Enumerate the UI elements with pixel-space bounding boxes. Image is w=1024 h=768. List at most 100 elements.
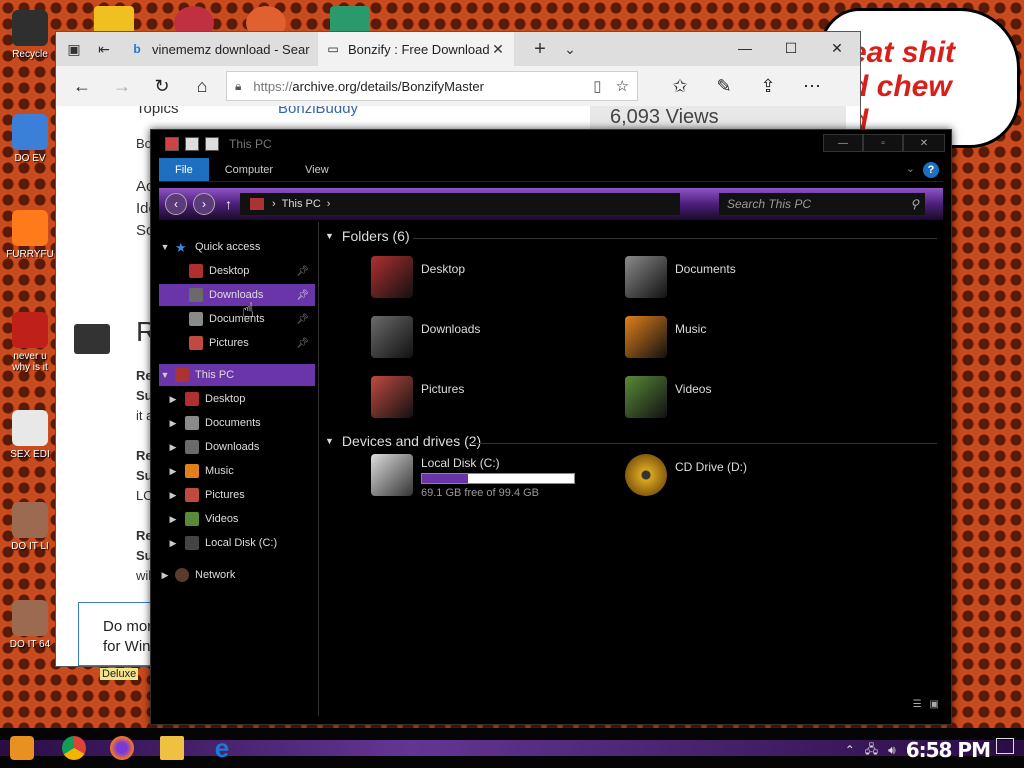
nav-network[interactable]: ▶ Network (159, 564, 315, 586)
minimize-button[interactable]: — (722, 32, 768, 64)
desktop-icon[interactable]: never u why is it (4, 312, 56, 373)
collapse-arrow-icon[interactable]: ▼ (325, 231, 334, 241)
expand-arrow-icon[interactable]: ▶ (167, 490, 179, 501)
favorite-star-icon[interactable]: ☆ (616, 77, 629, 95)
nav-pc-item[interactable]: ▶ Music (159, 460, 315, 482)
new-folder-icon[interactable] (205, 137, 219, 151)
drive-local-disk-c[interactable]: Local Disk (C:) 69.1 GB free of 99.4 GB (371, 454, 575, 499)
desktop-icon[interactable]: Recycle (4, 10, 56, 60)
expand-arrow-icon[interactable]: ▼ (159, 370, 171, 380)
maximize-button[interactable]: ▫ (863, 134, 903, 152)
pen-icon[interactable]: ✎ (704, 70, 744, 102)
tab-vinememz[interactable]: b vinememz download - Sear (122, 32, 318, 66)
pin-icon[interactable]: 📌︎ (296, 290, 309, 301)
maximize-button[interactable]: ☐ (768, 32, 814, 64)
address-bar[interactable]: 🔒︎ https:// archive.org/details/BonzifyM… (226, 71, 638, 101)
expand-arrow-icon[interactable]: ▶ (167, 394, 179, 405)
desktop-icon[interactable]: DO EV (4, 114, 56, 164)
taskbar-chrome[interactable] (58, 732, 90, 764)
chevron-up-icon[interactable]: ⌃ (845, 743, 855, 757)
desktop-icon[interactable]: DO IT LI (4, 502, 56, 552)
up-arrow-icon[interactable]: ↑ (225, 196, 232, 212)
desktop-icon[interactable]: SEX EDI (4, 410, 56, 460)
tab-title: Bonzify : Free Download (348, 41, 490, 57)
network-icon[interactable]: 🖧︎ (865, 740, 878, 761)
search-input[interactable]: Search This PC ⚲ (719, 193, 925, 215)
drive-cd-d[interactable]: CD Drive (D:) (625, 454, 747, 496)
back-button[interactable]: ‹ (165, 193, 187, 215)
volume-icon[interactable]: 🔊︎ (888, 743, 896, 758)
nav-pc-item[interactable]: ▶ Pictures (159, 484, 315, 506)
nav-qa-desktop[interactable]: Desktop 📌︎ (159, 260, 315, 282)
close-button[interactable]: ✕ (814, 32, 860, 64)
breadcrumb-this-pc[interactable]: This PC (282, 198, 321, 210)
nav-quick-access[interactable]: ▼ ★ Quick access (159, 236, 315, 258)
close-tab-icon[interactable]: ✕ (490, 41, 506, 58)
expand-ribbon-icon[interactable]: ⌄ (906, 162, 915, 175)
expand-arrow-icon[interactable]: ▶ (159, 570, 171, 581)
nav-this-pc[interactable]: ▼ This PC (159, 364, 315, 386)
notifications-icon[interactable] (996, 738, 1014, 754)
chat-icon (74, 324, 110, 354)
folder-item[interactable]: Pictures (371, 376, 464, 418)
nav-pc-item[interactable]: ▶ Desktop (159, 388, 315, 410)
tab-view[interactable]: View (289, 158, 345, 181)
new-tab-button[interactable]: + (528, 37, 552, 61)
help-icon[interactable]: ? (923, 162, 939, 178)
tab-computer[interactable]: Computer (209, 158, 289, 181)
nav-pc-item[interactable]: ▶ Documents (159, 412, 315, 434)
properties-icon[interactable] (185, 137, 199, 151)
pin-icon[interactable]: 📌︎ (296, 266, 309, 277)
share-icon[interactable]: ⇪ (748, 70, 788, 102)
expand-arrow-icon[interactable]: ▶ (167, 538, 179, 549)
chevron-down-icon[interactable]: ⌄ (558, 37, 582, 61)
nav-pc-item[interactable]: ▶ Local Disk (C:) (159, 532, 315, 554)
taskbar-edge[interactable]: e (206, 732, 238, 764)
favorites-hub-icon[interactable]: ✩ (660, 70, 700, 102)
more-icon[interactable]: ⋯ (792, 70, 832, 102)
taskbar-firefox[interactable] (106, 732, 138, 764)
breadcrumb[interactable]: › This PC › (240, 193, 680, 215)
refresh-button[interactable]: ↻ (142, 70, 182, 102)
topics-link[interactable]: BonziBuddy (278, 106, 358, 117)
expand-arrow-icon[interactable]: ▶ (167, 442, 179, 453)
reading-view-icon[interactable]: ▯ (593, 77, 601, 95)
home-button[interactable]: ⌂ (182, 70, 222, 102)
nav-pc-item[interactable]: ▶ Downloads (159, 436, 315, 458)
expand-arrow-icon[interactable]: ▶ (167, 418, 179, 429)
nav-pc-item[interactable]: ▶ Videos (159, 508, 315, 530)
desktop-icon[interactable]: FURRYFU (4, 210, 56, 260)
pin-icon[interactable]: 📌︎ (296, 314, 309, 325)
details-view-icon[interactable]: ☰ (913, 699, 922, 710)
folder-item[interactable]: Music (625, 316, 706, 358)
pin-icon[interactable]: 📌︎ (296, 338, 309, 349)
taskbar-file-explorer[interactable] (156, 732, 188, 764)
clock[interactable]: 6:58 PM (906, 738, 991, 762)
tab-bonzify[interactable]: ▭ Bonzify : Free Download ✕ (318, 32, 514, 66)
tab-file[interactable]: File (159, 158, 209, 181)
back-button[interactable]: ← (62, 70, 102, 102)
forward-button[interactable]: → (102, 70, 142, 102)
drives-group-header[interactable]: ▼ Devices and drives (2) (325, 433, 481, 449)
nav-qa-pictures[interactable]: Pictures 📌︎ (159, 332, 315, 354)
expand-arrow-icon[interactable]: ▶ (167, 514, 179, 525)
folder-item[interactable]: Downloads (371, 316, 480, 358)
tabs-aside-icon[interactable]: ⇤ (92, 37, 116, 61)
minimize-button[interactable]: — (823, 134, 863, 152)
expand-arrow-icon[interactable]: ▼ (159, 242, 171, 252)
folders-group-header[interactable]: ▼ Folders (6) (325, 228, 410, 244)
expand-arrow-icon[interactable]: ▶ (167, 466, 179, 477)
folder-item[interactable]: Videos (625, 376, 711, 418)
forward-button[interactable]: › (193, 193, 215, 215)
nav-qa-documents[interactable]: Documents 📌︎ (159, 308, 315, 330)
folder-icon[interactable] (165, 137, 179, 151)
large-icons-view-icon[interactable]: ▣ (930, 699, 939, 710)
folder-item[interactable]: Documents (625, 256, 736, 298)
start-button[interactable] (6, 732, 38, 764)
nav-qa-downloads[interactable]: Downloads 📌︎ (159, 284, 315, 306)
tab-actions-icon[interactable]: ▣ (62, 37, 86, 61)
close-button[interactable]: ✕ (903, 134, 945, 152)
folder-item[interactable]: Desktop (371, 256, 465, 298)
desktop-icon[interactable]: DO IT 64 (4, 600, 56, 650)
collapse-arrow-icon[interactable]: ▼ (325, 436, 334, 446)
